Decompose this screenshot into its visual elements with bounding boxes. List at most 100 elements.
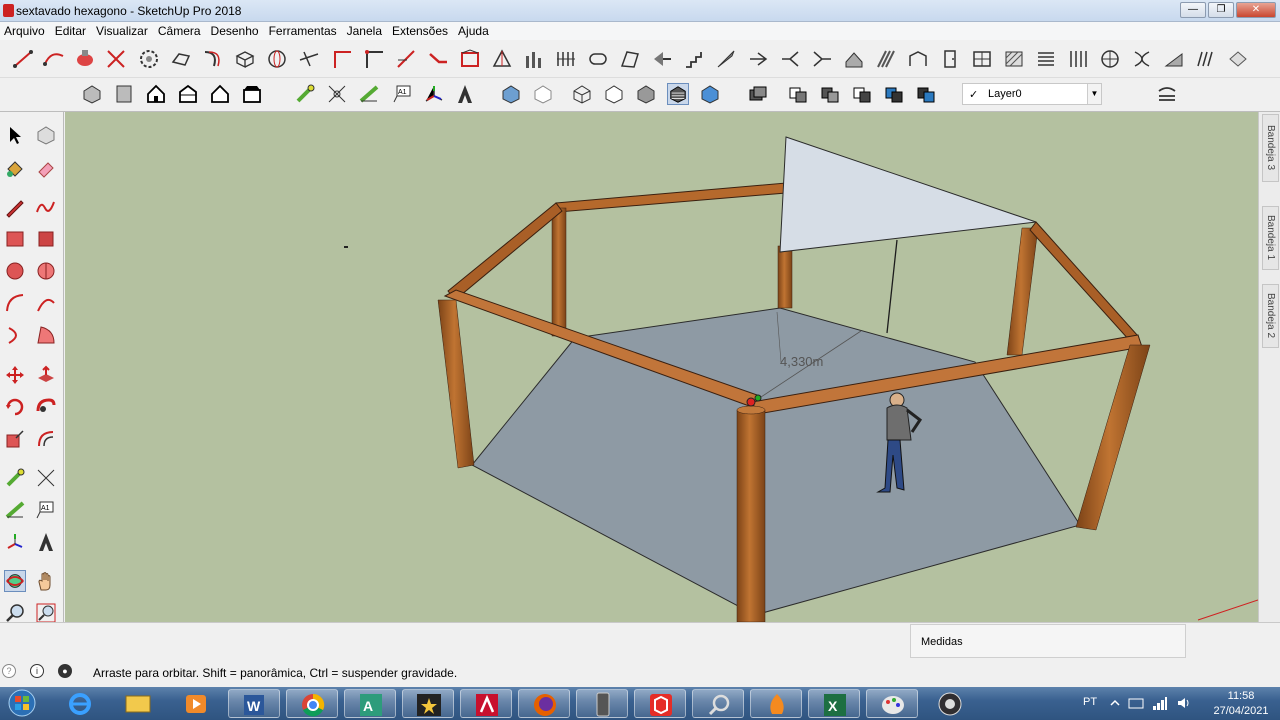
menu-camera[interactable]: Câmera — [154, 22, 207, 40]
taskbar-word-icon[interactable]: W — [228, 689, 280, 718]
rectangle-icon[interactable] — [4, 228, 26, 250]
push-tool-icon[interactable] — [74, 48, 96, 70]
offset-icon[interactable] — [35, 428, 57, 450]
back-edges-style-icon[interactable] — [532, 83, 554, 105]
iso-view-icon[interactable] — [81, 83, 103, 105]
taskbar-paint-icon[interactable] — [866, 689, 918, 718]
arrow-left-tool-icon[interactable] — [651, 48, 673, 70]
back-view-icon[interactable] — [209, 83, 231, 105]
window-tool-icon[interactable] — [971, 48, 993, 70]
menu-arquivo[interactable]: Arquivo — [0, 22, 51, 40]
close-button[interactable]: ✕ — [1236, 2, 1276, 18]
cross-tool-icon[interactable] — [105, 48, 127, 70]
clock-time[interactable]: 11:58 — [1210, 690, 1272, 702]
protractor-icon[interactable] — [4, 499, 26, 521]
show-hidden-icons-icon[interactable] — [1108, 696, 1122, 710]
rotate-icon[interactable] — [4, 396, 26, 418]
array-tool-icon[interactable] — [1195, 48, 1217, 70]
tape-measure-icon[interactable] — [294, 83, 316, 105]
network-signal-icon[interactable] — [1152, 695, 1168, 711]
axes-icon[interactable] — [4, 531, 26, 553]
start-button-icon[interactable] — [2, 688, 42, 719]
xray-style-icon[interactable] — [500, 83, 522, 105]
hatch-tool-icon[interactable] — [1003, 48, 1025, 70]
menu-desenho[interactable]: Desenho — [207, 22, 265, 40]
monochrome-style-icon[interactable] — [699, 83, 721, 105]
grid-tool-icon[interactable] — [555, 48, 577, 70]
tray-tab-bandeja-1[interactable]: Bandeja 1 — [1262, 206, 1279, 270]
post-front-left[interactable] — [437, 299, 475, 469]
hidden-line-style-icon[interactable] — [603, 83, 625, 105]
taskbar-firefox-icon[interactable] — [518, 689, 570, 718]
floor-slab[interactable] — [471, 307, 1081, 616]
menu-visualizar[interactable]: Visualizar — [92, 22, 154, 40]
3d-text-icon[interactable] — [454, 83, 476, 105]
curve-loft-icon[interactable] — [202, 48, 224, 70]
panel-tool-icon[interactable] — [1035, 48, 1057, 70]
move-icon[interactable] — [4, 364, 26, 386]
menu-extensoes[interactable]: Extensões — [388, 22, 454, 40]
beam-right-back[interactable] — [1029, 221, 1139, 342]
roof-panel[interactable] — [779, 136, 1037, 253]
post-back-right[interactable] — [1006, 227, 1039, 356]
chevron-down-icon[interactable]: ▼ — [1087, 84, 1101, 104]
taskbar-obs-icon[interactable] — [924, 689, 976, 718]
text-label-icon[interactable]: A1 — [35, 499, 57, 521]
shaded-textures-style-icon[interactable] — [667, 83, 689, 105]
taskbar-phone-icon[interactable] — [576, 689, 628, 718]
push-pull-icon[interactable] — [35, 364, 57, 386]
dimension-icon[interactable] — [35, 467, 57, 489]
polygon-icon[interactable] — [35, 260, 57, 282]
tray-tab-bandeja-2[interactable]: Bandeja 2 — [1262, 284, 1279, 348]
right-view-icon[interactable] — [177, 83, 199, 105]
taskbar-sketchup-icon[interactable] — [634, 689, 686, 718]
maximize-button[interactable]: ❐ — [1208, 2, 1234, 18]
sweep-tool-icon[interactable] — [298, 48, 320, 70]
taskbar-fire-app-icon[interactable] — [750, 689, 802, 718]
taskbar-file-explorer-icon[interactable] — [112, 689, 164, 718]
three-point-arc-icon[interactable] — [4, 324, 26, 346]
post-front[interactable] — [736, 409, 766, 622]
union-icon[interactable] — [851, 83, 873, 105]
paint-bucket-icon[interactable] — [4, 157, 26, 179]
user-account-icon[interactable]: ● — [58, 664, 72, 678]
tray-tab-bandeja-3[interactable]: Bandeja 3 — [1262, 114, 1279, 182]
keyboard-icon[interactable] — [1128, 696, 1144, 710]
curve-tool-icon[interactable] — [43, 48, 65, 70]
tube-tool-icon[interactable] — [587, 48, 609, 70]
menu-editar[interactable]: Editar — [51, 22, 92, 40]
shape-tool-icon[interactable] — [170, 48, 192, 70]
language-indicator[interactable]: PT — [1083, 696, 1097, 708]
line-tool-icon[interactable] — [395, 48, 417, 70]
menu-ajuda[interactable]: Ajuda — [454, 22, 495, 40]
front-view-icon[interactable] — [145, 83, 167, 105]
measurements-box[interactable]: Medidas — [910, 624, 1186, 658]
axes-tool-icon[interactable] — [423, 83, 445, 105]
geo-location-icon[interactable]: ? — [2, 664, 16, 678]
scale-icon[interactable] — [4, 428, 26, 450]
freehand-icon[interactable] — [35, 196, 57, 218]
taskbar-internet-explorer-icon[interactable] — [54, 689, 106, 718]
subtract-icon[interactable] — [883, 83, 905, 105]
trim-icon[interactable] — [915, 83, 937, 105]
branch-tool-icon[interactable] — [779, 48, 801, 70]
corner-tool-icon[interactable] — [363, 48, 385, 70]
layer-manager-icon[interactable] — [1156, 83, 1178, 105]
clock-date[interactable]: 27/04/2021 — [1210, 705, 1272, 717]
orbit-icon[interactable] — [4, 570, 26, 592]
follow-me-icon[interactable] — [35, 396, 57, 418]
fold-tool-icon[interactable] — [619, 48, 641, 70]
columns-tool-icon[interactable] — [1067, 48, 1089, 70]
tape-measure-icon[interactable] — [4, 467, 26, 489]
bezier-tool-icon[interactable] — [12, 48, 34, 70]
menu-ferramentas[interactable]: Ferramentas — [265, 22, 343, 40]
make-component-icon[interactable] — [35, 124, 57, 146]
drawing-viewport[interactable]: 4,330m — [65, 112, 1258, 622]
volume-icon[interactable] — [1176, 695, 1192, 711]
frame-tool-icon[interactable] — [459, 48, 481, 70]
beam-back[interactable] — [555, 182, 787, 213]
slope-tool-icon[interactable] — [1163, 48, 1185, 70]
top-view-icon[interactable] — [113, 83, 135, 105]
intersect-icon[interactable] — [819, 83, 841, 105]
post-right[interactable] — [1075, 344, 1151, 531]
